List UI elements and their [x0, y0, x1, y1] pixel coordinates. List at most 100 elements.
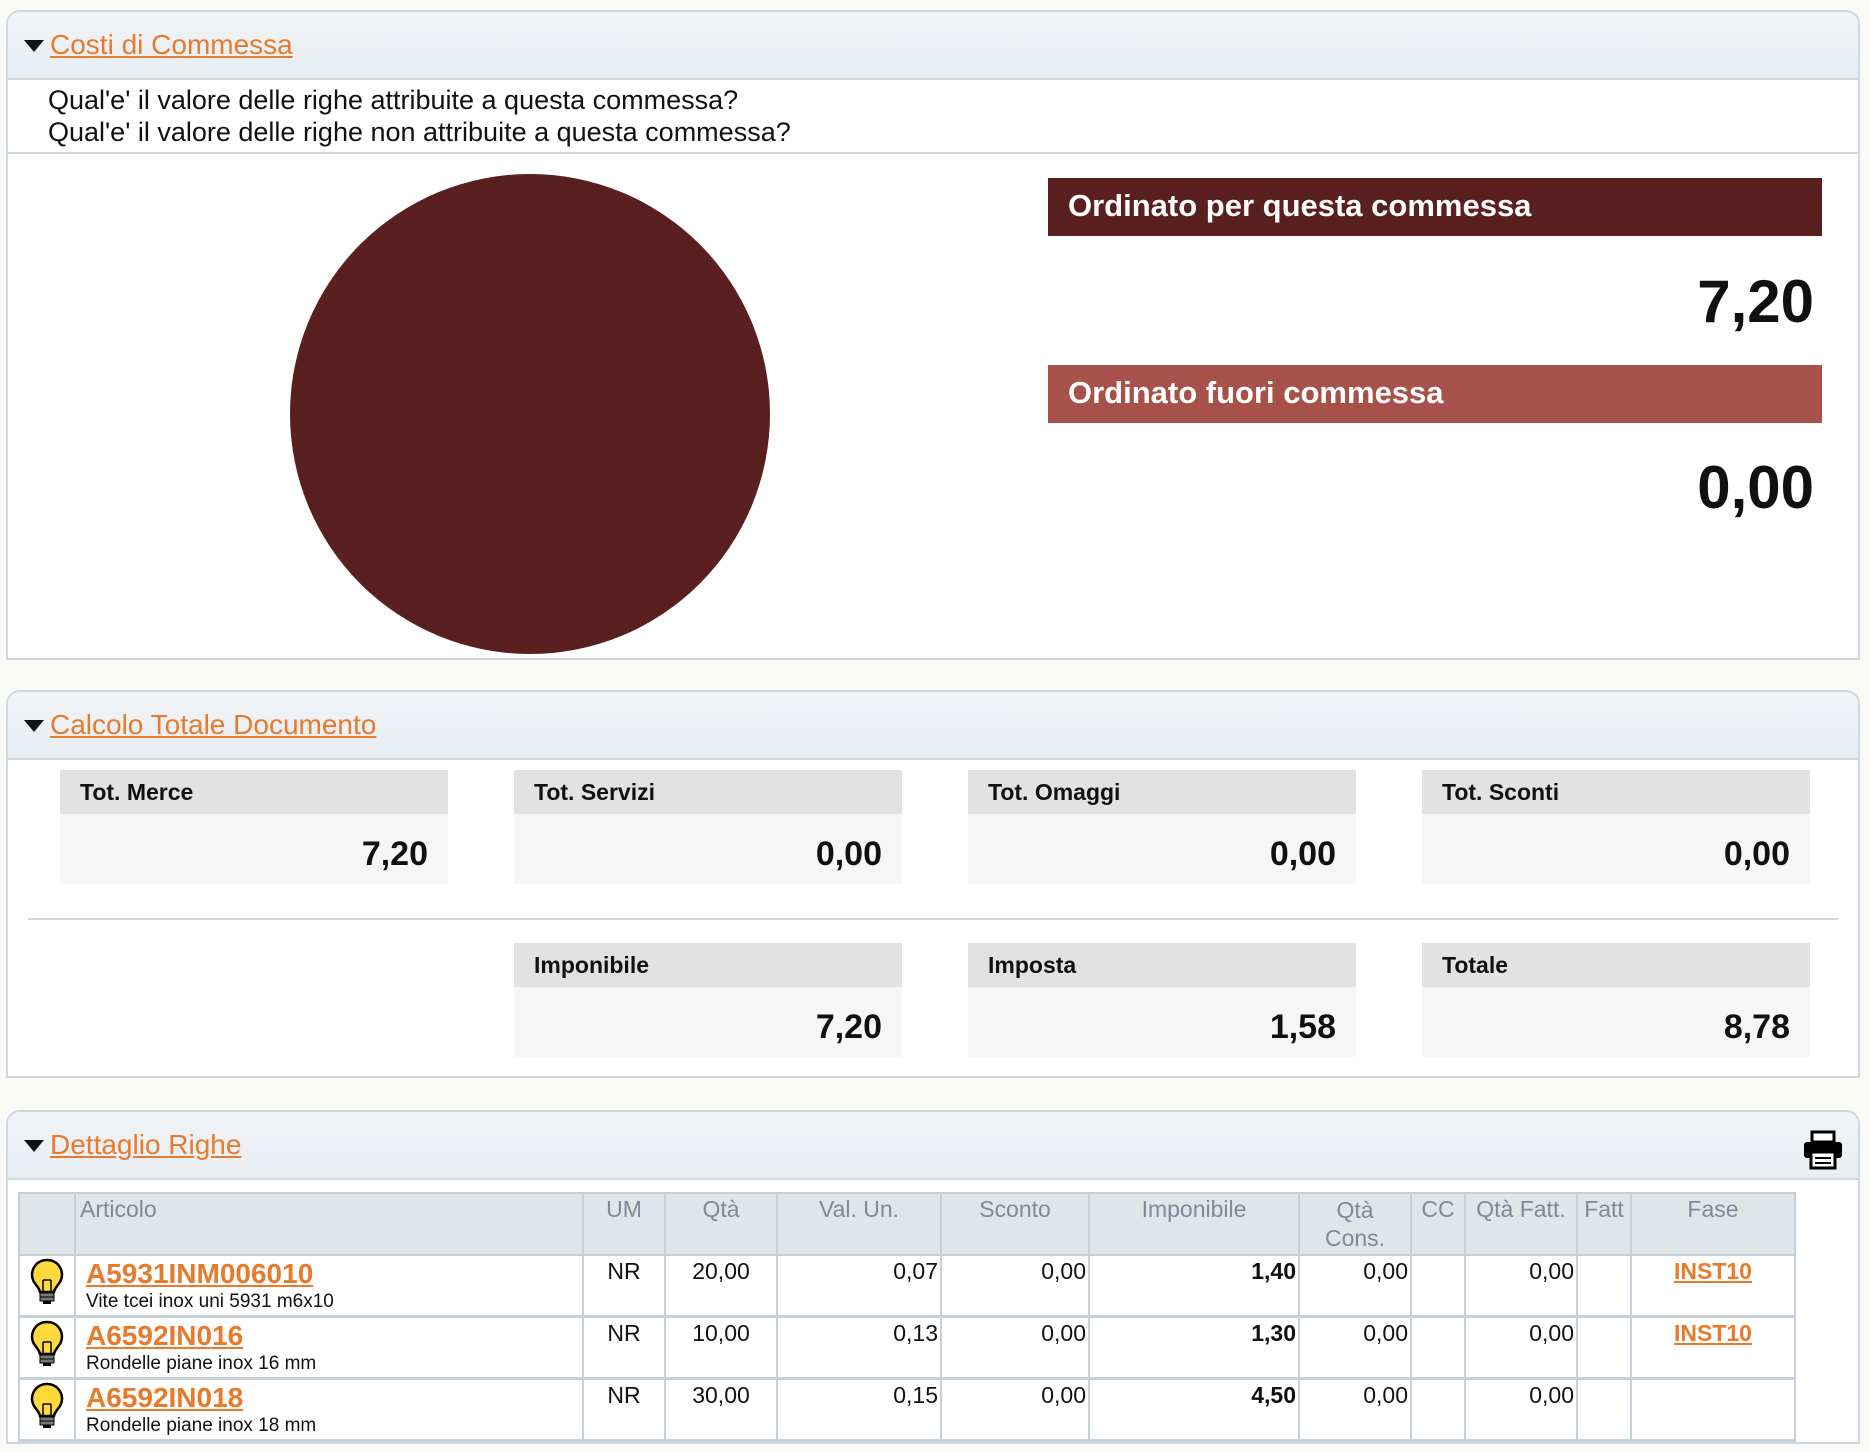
- pie-chart: [288, 172, 772, 661]
- lightbulb-icon[interactable]: [18, 1377, 76, 1442]
- tot-merce-label: Tot. Merce: [60, 770, 448, 814]
- table-row[interactable]: A5931INM006010 Vite tcei inox uni 5931 m6…: [18, 1254, 1796, 1318]
- um-cell: NR: [582, 1377, 666, 1442]
- fatt-cell: [1576, 1254, 1632, 1318]
- sconto-cell: 0,00: [940, 1315, 1090, 1380]
- val-un-cell: 0,15: [776, 1377, 942, 1442]
- calcolo-totale-panel: Calcolo Totale Documento Tot. Merce 7,20…: [6, 690, 1860, 1078]
- imposta-value: 1,58: [1269, 1008, 1336, 1046]
- articolo-cell: A6592IN016 Rondelle piane inox 16 mm: [74, 1315, 584, 1380]
- triangle-down-icon[interactable]: [24, 720, 44, 732]
- printer-icon[interactable]: [1802, 1130, 1844, 1175]
- tot-omaggi-value: 0,00: [1269, 835, 1336, 873]
- imponibile-box: Imponibile 7,20: [514, 943, 902, 1057]
- col-sconto-header[interactable]: Sconto: [940, 1192, 1090, 1256]
- tot-sconti-box: Tot. Sconti 0,00: [1422, 770, 1810, 884]
- legend-ordinato-fuori: Ordinato fuori commessa: [1048, 365, 1822, 423]
- calcolo-totale-title[interactable]: Calcolo Totale Documento: [50, 709, 376, 741]
- costi-commessa-header[interactable]: Costi di Commessa: [8, 12, 1858, 80]
- dettaglio-righe-title[interactable]: Dettaglio Righe: [50, 1129, 241, 1161]
- col-um-header[interactable]: UM: [582, 1192, 666, 1256]
- dettaglio-righe-header[interactable]: Dettaglio Righe: [8, 1112, 1858, 1180]
- questions-text: Qual'e' il valore delle righe attribuite…: [8, 80, 1858, 154]
- costi-commessa-title[interactable]: Costi di Commessa: [50, 29, 293, 61]
- col-articolo-header[interactable]: Articolo: [74, 1192, 584, 1256]
- qta-cons-cell: 0,00: [1298, 1377, 1412, 1442]
- pie-chart-svg: [290, 174, 770, 654]
- tot-servizi-label: Tot. Servizi: [514, 770, 902, 814]
- qta-fatt-cell: 0,00: [1464, 1315, 1578, 1380]
- fase-cell: [1630, 1377, 1796, 1442]
- articolo-desc: Vite tcei inox uni 5931 m6x10: [86, 1291, 334, 1312]
- qta-cons-cell: 0,00: [1298, 1315, 1412, 1380]
- table-row[interactable]: A6592IN018 Rondelle piane inox 18 mm NR 3…: [18, 1377, 1796, 1442]
- cc-cell: [1410, 1315, 1466, 1380]
- qta-cell: 20,00: [664, 1254, 778, 1318]
- legend-ordinato-commessa: Ordinato per questa commessa: [1048, 178, 1822, 236]
- col-icon-header: [18, 1192, 76, 1256]
- righe-table: Articolo UM Qtà Val. Un. Sconto Imponibi…: [18, 1192, 1796, 1442]
- col-cc-header[interactable]: CC: [1410, 1192, 1466, 1256]
- fatt-cell: [1576, 1315, 1632, 1380]
- articolo-desc: Rondelle piane inox 18 mm: [86, 1415, 317, 1436]
- tot-servizi-value: 0,00: [815, 835, 882, 873]
- articolo-cell: A6592IN018 Rondelle piane inox 18 mm: [74, 1377, 584, 1442]
- qta-fatt-cell: 0,00: [1464, 1377, 1578, 1442]
- tot-sconti-value: 0,00: [1723, 835, 1790, 873]
- imposta-box: Imposta 1,58: [968, 943, 1356, 1057]
- imponibile-cell: 1,30: [1088, 1315, 1300, 1380]
- articolo-link[interactable]: A6592IN018: [86, 1382, 243, 1413]
- cc-cell: [1410, 1377, 1466, 1442]
- tot-omaggi-label: Tot. Omaggi: [968, 770, 1356, 814]
- articolo-cell: A5931INM006010 Vite tcei inox uni 5931 m6…: [74, 1254, 584, 1318]
- fase-cell: INST10: [1630, 1315, 1796, 1380]
- cc-cell: [1410, 1254, 1466, 1318]
- um-cell: NR: [582, 1315, 666, 1380]
- col-fatt-header[interactable]: Fatt: [1576, 1192, 1632, 1256]
- divider: [28, 918, 1838, 920]
- qta-cons-cell: 0,00: [1298, 1254, 1412, 1318]
- qta-cell: 30,00: [664, 1377, 778, 1442]
- calcolo-totale-header[interactable]: Calcolo Totale Documento: [8, 692, 1858, 760]
- col-qta-cons-header[interactable]: Qtà Cons.: [1298, 1192, 1412, 1256]
- costi-commessa-panel: Costi di Commessa Qual'e' il valore dell…: [6, 10, 1860, 660]
- articolo-link[interactable]: A5931INM006010: [86, 1258, 313, 1289]
- col-fase-header[interactable]: Fase: [1630, 1192, 1796, 1256]
- sconto-cell: 0,00: [940, 1254, 1090, 1318]
- table-row[interactable]: A6592IN016 Rondelle piane inox 16 mm NR 1…: [18, 1315, 1796, 1380]
- lightbulb-icon[interactable]: [18, 1315, 76, 1380]
- imponibile-cell: 4,50: [1088, 1377, 1300, 1442]
- fase-link[interactable]: INST10: [1674, 1320, 1752, 1346]
- ordinato-fuori-value: 0,00: [1697, 454, 1814, 521]
- qta-cell: 10,00: [664, 1315, 778, 1380]
- dettaglio-righe-panel: Dettaglio Righe Articolo UM Qtà Val. Un.…: [6, 1110, 1860, 1444]
- qta-fatt-cell: 0,00: [1464, 1254, 1578, 1318]
- col-val-un-header[interactable]: Val. Un.: [776, 1192, 942, 1256]
- fase-link[interactable]: INST10: [1674, 1258, 1752, 1284]
- col-qta-fatt-header[interactable]: Qtà Fatt.: [1464, 1192, 1578, 1256]
- lightbulb-icon[interactable]: [18, 1254, 76, 1318]
- fase-cell: INST10: [1630, 1254, 1796, 1318]
- val-un-cell: 0,07: [776, 1254, 942, 1318]
- ordinato-commessa-value: 7,20: [1697, 268, 1814, 335]
- fatt-cell: [1576, 1377, 1632, 1442]
- sconto-cell: 0,00: [940, 1377, 1090, 1442]
- table-header-row: Articolo UM Qtà Val. Un. Sconto Imponibi…: [18, 1192, 1796, 1256]
- col-qta-header[interactable]: Qtà: [664, 1192, 778, 1256]
- totale-label: Totale: [1422, 943, 1810, 987]
- imponibile-cell: 1,40: [1088, 1254, 1300, 1318]
- totale-value: 8,78: [1723, 1008, 1790, 1046]
- totale-box: Totale 8,78: [1422, 943, 1810, 1057]
- triangle-down-icon[interactable]: [24, 40, 44, 52]
- tot-merce-box: Tot. Merce 7,20: [60, 770, 448, 884]
- imponibile-value: 7,20: [815, 1008, 882, 1046]
- tot-servizi-box: Tot. Servizi 0,00: [514, 770, 902, 884]
- tot-sconti-label: Tot. Sconti: [1422, 770, 1810, 814]
- triangle-down-icon[interactable]: [24, 1140, 44, 1152]
- um-cell: NR: [582, 1254, 666, 1318]
- articolo-link[interactable]: A6592IN016: [86, 1320, 243, 1351]
- imponibile-label: Imponibile: [514, 943, 902, 987]
- col-imponibile-header[interactable]: Imponibile: [1088, 1192, 1300, 1256]
- question-1: Qual'e' il valore delle righe attribuite…: [48, 85, 739, 115]
- tot-omaggi-box: Tot. Omaggi 0,00: [968, 770, 1356, 884]
